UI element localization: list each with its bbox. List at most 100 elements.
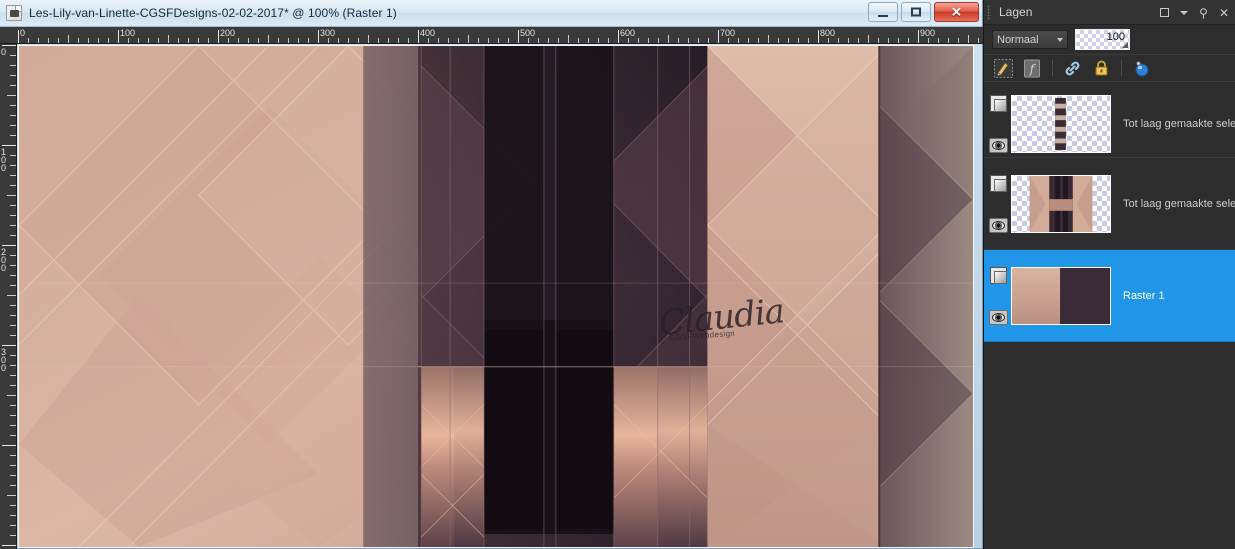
ruler-tick bbox=[198, 38, 199, 43]
eye-pupil bbox=[991, 312, 1005, 322]
ruler-tick bbox=[618, 30, 619, 43]
ruler-tick bbox=[10, 305, 16, 306]
ruler-tick bbox=[848, 38, 849, 43]
layer-effects-icon[interactable]: f bbox=[1023, 59, 1042, 78]
ruler-label: 600 bbox=[620, 28, 636, 38]
ruler-tick bbox=[598, 38, 599, 43]
document-window: Les-Lily-van-Linette-CGSFDesigns-02-02-2… bbox=[0, 0, 983, 549]
ruler-tick bbox=[218, 30, 219, 43]
ruler-tick bbox=[10, 515, 16, 516]
layer-row-icons bbox=[987, 94, 1009, 153]
close-button[interactable]: ✕ bbox=[934, 2, 979, 22]
eye-icon[interactable] bbox=[988, 137, 1008, 153]
ruler-tick bbox=[918, 30, 919, 43]
ruler-tick bbox=[10, 135, 16, 136]
ruler-tick bbox=[10, 335, 16, 336]
vertical-ruler[interactable]: 0 100 200 300 bbox=[0, 44, 17, 549]
close-icon[interactable]: ✕ bbox=[1219, 7, 1229, 19]
ruler-tick bbox=[638, 38, 639, 43]
window-controls: ✕ bbox=[868, 2, 979, 22]
ruler-tick bbox=[78, 38, 79, 43]
ruler-tick bbox=[368, 35, 369, 43]
opacity-resize-grip bbox=[1122, 42, 1128, 48]
ruler-tick bbox=[248, 38, 249, 43]
ruler-tick bbox=[358, 38, 359, 43]
image-canvas[interactable]: Claudia CGSFWebdesign bbox=[18, 45, 974, 548]
layer-type-icon[interactable] bbox=[989, 94, 1007, 112]
document-titlebar: Les-Lily-van-Linette-CGSFDesigns-02-02-2… bbox=[0, 0, 982, 27]
eye-pupil bbox=[991, 140, 1005, 150]
ruler-tick bbox=[328, 38, 329, 43]
ruler-tick bbox=[10, 105, 16, 106]
lock-layer-icon[interactable] bbox=[1092, 59, 1111, 78]
restore-icon[interactable] bbox=[1160, 8, 1170, 17]
ruler-tick bbox=[2, 245, 16, 246]
layer-row[interactable]: Tot laag gemaakte selectie bbox=[984, 158, 1235, 250]
ruler-tick bbox=[10, 125, 16, 126]
ruler-tick bbox=[2, 145, 16, 146]
ruler-tick bbox=[10, 385, 16, 386]
layer-row[interactable]: Raster 1 bbox=[984, 250, 1235, 342]
close-icon: ✕ bbox=[951, 4, 962, 20]
selection-brush-icon[interactable] bbox=[994, 58, 1013, 78]
pin-icon[interactable]: ⚲ bbox=[1199, 7, 1208, 19]
opacity-input[interactable]: 100 bbox=[1075, 29, 1130, 50]
maximize-icon bbox=[911, 7, 921, 17]
ruler-tick bbox=[188, 38, 189, 43]
ruler-tick bbox=[668, 35, 669, 43]
ruler-tick bbox=[118, 30, 119, 43]
ruler-tick bbox=[818, 30, 819, 43]
layer-thumbnail[interactable] bbox=[1011, 266, 1111, 325]
ruler-tick bbox=[208, 38, 209, 43]
ruler-label: 800 bbox=[820, 28, 836, 38]
ruler-tick bbox=[468, 35, 469, 43]
layers-toolbar: f bbox=[984, 54, 1235, 82]
panel-drag-grip[interactable] bbox=[987, 4, 991, 20]
eye-icon[interactable] bbox=[988, 217, 1008, 233]
ruler-tick bbox=[768, 35, 769, 43]
ruler-tick bbox=[628, 38, 629, 43]
ruler-tick bbox=[10, 525, 16, 526]
ruler-tick bbox=[488, 38, 489, 43]
horizontal-ruler[interactable]: 0 100 200 300 400 500 600 700 800 900 bbox=[0, 27, 983, 44]
ruler-tick bbox=[7, 295, 16, 296]
ruler-tick bbox=[10, 115, 16, 116]
ruler-tick bbox=[10, 205, 16, 206]
maximize-button[interactable] bbox=[901, 2, 931, 22]
layer-type-icon[interactable] bbox=[989, 174, 1007, 192]
ruler-tick bbox=[178, 38, 179, 43]
layer-name-label: Tot laag gemaakte selectie bbox=[1123, 197, 1235, 210]
ruler-tick bbox=[738, 38, 739, 43]
ruler-tick bbox=[498, 38, 499, 43]
layer-palette-icon[interactable] bbox=[1132, 59, 1151, 78]
ruler-label: 300 bbox=[320, 28, 336, 38]
ruler-tick bbox=[778, 38, 779, 43]
layer-thumbnail[interactable] bbox=[1011, 174, 1111, 233]
ruler-tick bbox=[10, 155, 16, 156]
ruler-tick bbox=[10, 55, 16, 56]
blend-opacity-row: Normaal 100 bbox=[984, 25, 1235, 54]
ruler-tick bbox=[2, 345, 16, 346]
ruler-tick bbox=[7, 395, 16, 396]
ruler-tick bbox=[688, 38, 689, 43]
ruler-tick bbox=[68, 35, 69, 43]
minimize-button[interactable] bbox=[868, 2, 898, 22]
link-layers-icon[interactable] bbox=[1063, 59, 1082, 78]
blend-mode-select[interactable]: Normaal bbox=[992, 30, 1068, 49]
ruler-tick bbox=[58, 38, 59, 43]
chevron-down-icon[interactable] bbox=[1180, 10, 1189, 15]
ruler-tick bbox=[708, 38, 709, 43]
ruler-label: 400 bbox=[420, 28, 436, 38]
ruler-tick bbox=[978, 38, 979, 43]
ruler-tick bbox=[28, 38, 29, 43]
layer-thumbnail[interactable] bbox=[1011, 94, 1111, 153]
layer-row[interactable]: Tot laag gemaakte selectie bbox=[984, 90, 1235, 158]
ruler-tick bbox=[258, 38, 259, 43]
ruler-tick bbox=[948, 38, 949, 43]
ruler-tick bbox=[88, 38, 89, 43]
ruler-tick bbox=[518, 30, 519, 43]
ruler-tick bbox=[2, 445, 16, 446]
layer-type-icon[interactable] bbox=[989, 266, 1007, 284]
ruler-label: 500 bbox=[520, 28, 536, 38]
eye-icon[interactable] bbox=[988, 309, 1008, 325]
